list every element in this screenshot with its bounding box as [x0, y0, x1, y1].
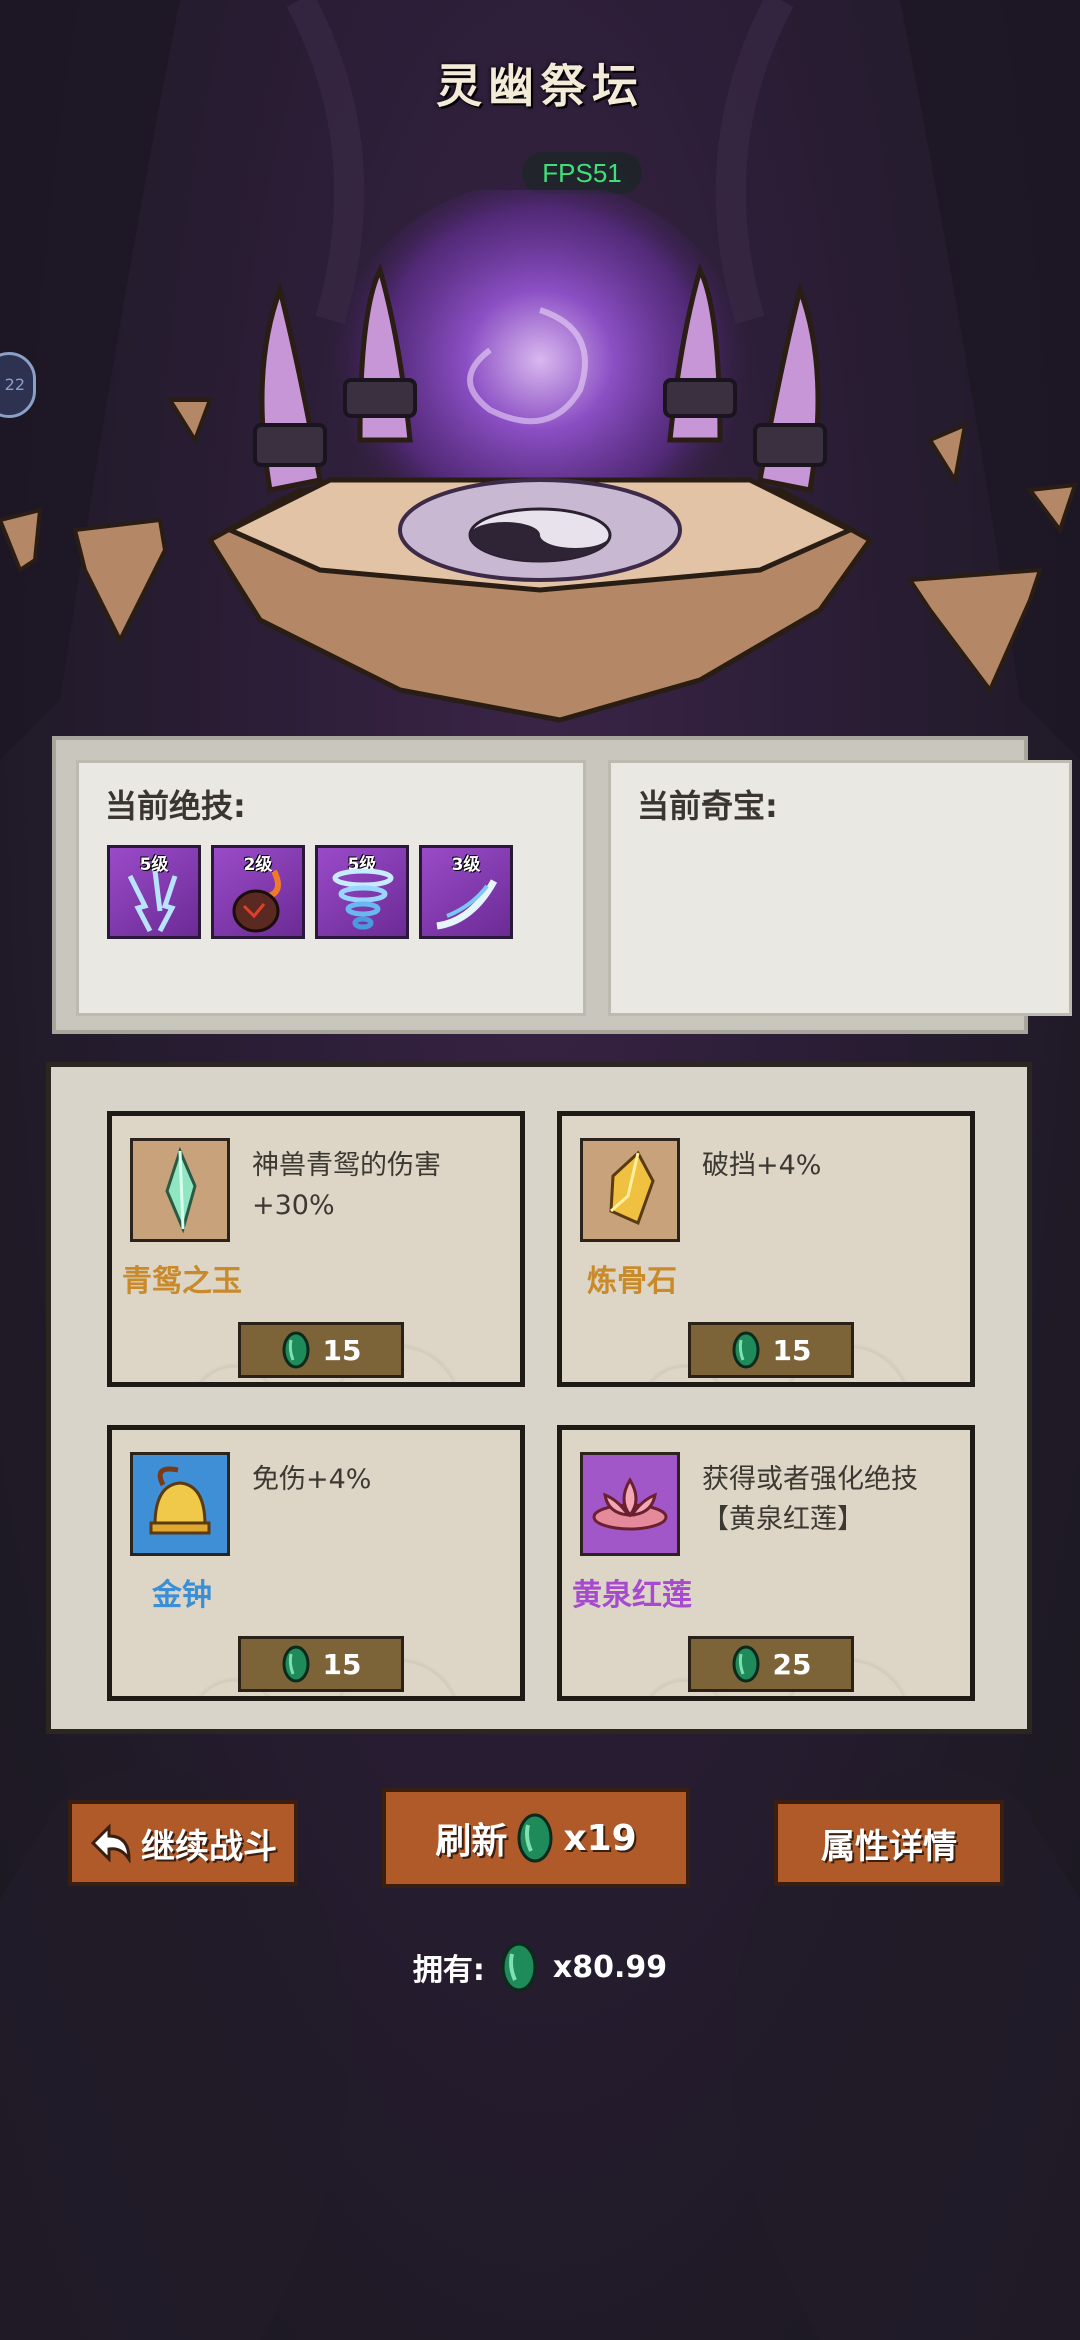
item-name: 炼骨石	[587, 1264, 677, 1299]
owned-currency: 拥有: x80.99	[0, 1940, 1080, 1994]
item-icon-box	[580, 1138, 680, 1242]
item-price: 15	[322, 1647, 362, 1681]
skill-slot[interactable]: 5级	[315, 845, 409, 939]
tornado-icon	[332, 868, 394, 930]
item-description: 获得或者强化绝技【黄泉红莲】	[702, 1464, 918, 1535]
buy-button[interactable]: 15	[238, 1322, 404, 1378]
emerald-gem-icon	[282, 1645, 310, 1683]
fps-counter: FPS51	[522, 152, 642, 194]
item-name: 金钟	[152, 1578, 212, 1613]
wind-slash-icon	[436, 879, 498, 930]
skill-slot[interactable]: 5级	[107, 845, 201, 939]
owned-amount: x80.99	[552, 1949, 668, 1985]
amber-stone-icon	[609, 1150, 655, 1226]
current-treasure-box: 当前奇宝:	[608, 760, 1072, 1016]
skill-slot[interactable]: 2级	[211, 845, 305, 939]
item-description: 破挡+4%	[702, 1150, 822, 1181]
emerald-gem-icon	[282, 1331, 310, 1369]
current-treasure-label: 当前奇宝:	[637, 787, 778, 825]
lightning-rain-icon	[127, 870, 178, 933]
item-icon-box	[130, 1138, 230, 1242]
emerald-gem-icon	[732, 1645, 760, 1683]
shop-panel: 青鸳之玉 神兽青鸳的伤害+30% 15 炼骨石 破挡+4% 15 金钟 免伤+4…	[46, 1062, 1032, 1734]
red-lotus-icon	[592, 1477, 668, 1531]
current-skills-label: 当前绝技:	[105, 787, 246, 825]
emerald-gem-icon	[501, 1942, 537, 1992]
item-description: 免伤+4%	[252, 1464, 372, 1495]
skill-list: 5级 2级 5级 3级	[107, 845, 513, 939]
current-status-panel: 当前绝技: 5级 2级 5级 3级 当前奇宝:	[52, 736, 1072, 1034]
refresh-cost: x19	[563, 1817, 637, 1859]
meteor-icon	[232, 869, 281, 933]
buy-button[interactable]: 15	[688, 1322, 854, 1378]
refresh-label: 刷新	[435, 1821, 508, 1862]
shop-item-card[interactable]: 炼骨石 破挡+4% 15	[557, 1111, 975, 1387]
back-arrow-icon	[90, 1823, 131, 1863]
owned-label: 拥有:	[412, 1953, 485, 1988]
item-price: 15	[322, 1333, 362, 1367]
shop-item-card[interactable]: 金钟 免伤+4% 15	[107, 1425, 525, 1701]
altar-illustration	[0, 190, 1078, 723]
continue-battle-button[interactable]: 继续战斗	[68, 1800, 298, 1886]
item-price: 15	[772, 1333, 812, 1367]
attribute-details-label: 属性详情	[821, 1826, 957, 1867]
item-name: 黄泉红莲	[572, 1578, 692, 1613]
item-description: 神兽青鸳的伤害+30%	[252, 1150, 441, 1221]
shop-item-card[interactable]: 青鸳之玉 神兽青鸳的伤害+30% 15	[107, 1111, 525, 1387]
buy-button[interactable]: 15	[238, 1636, 404, 1692]
emerald-gem-icon	[732, 1331, 760, 1369]
skill-slot[interactable]: 3级	[419, 845, 513, 939]
item-icon-box	[580, 1452, 680, 1556]
attribute-details-button[interactable]: 属性详情	[774, 1800, 1004, 1886]
jade-crystal-icon	[165, 1146, 197, 1234]
golden-bell-icon	[149, 1466, 211, 1535]
continue-battle-label: 继续战斗	[141, 1826, 277, 1867]
current-skills-box: 当前绝技: 5级 2级 5级 3级	[76, 760, 586, 1016]
emerald-gem-icon	[517, 1813, 553, 1863]
refresh-button[interactable]: 刷新 x19	[382, 1788, 690, 1888]
shop-item-card[interactable]: 黄泉红莲 获得或者强化绝技【黄泉红莲】 25	[557, 1425, 975, 1701]
item-name: 青鸳之玉	[122, 1264, 242, 1299]
buy-button[interactable]: 25	[688, 1636, 854, 1692]
page-title: 灵幽祭坛	[436, 59, 644, 113]
item-icon-box	[130, 1452, 230, 1556]
item-price: 25	[772, 1647, 812, 1681]
